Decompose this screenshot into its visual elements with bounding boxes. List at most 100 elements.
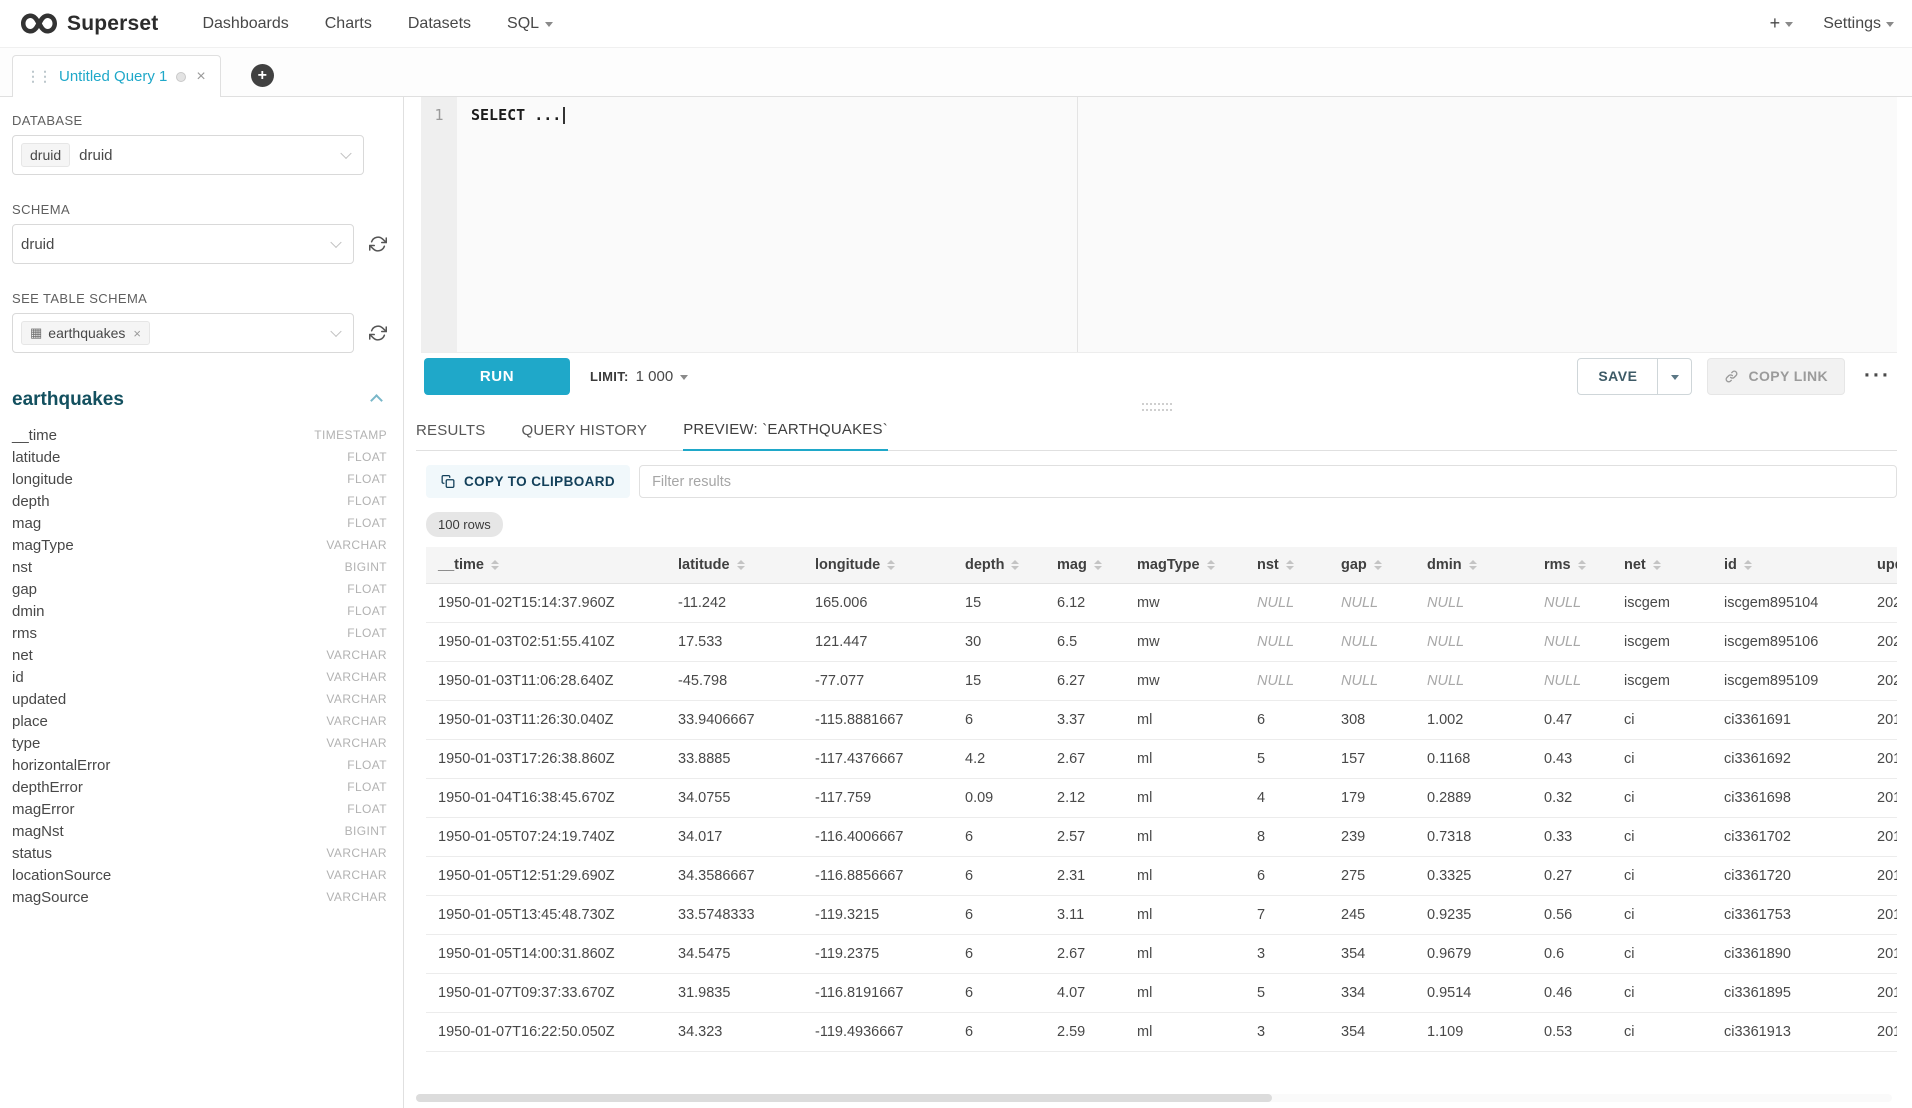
schema-column-row[interactable]: depthFLOAT	[12, 490, 389, 512]
table-row[interactable]: 1950-01-03T17:26:38.860Z33.8885-117.4376…	[426, 740, 1897, 779]
results-tab-preview-earthquakes[interactable]: PREVIEW: `EARTHQUAKES`	[683, 421, 888, 451]
schema-column-row[interactable]: magFLOAT	[12, 512, 389, 534]
refresh-tables-icon[interactable]	[366, 321, 390, 345]
schema-column-row[interactable]: latitudeFLOAT	[12, 446, 389, 468]
table-row[interactable]: 1950-01-07T09:37:33.670Z31.9835-116.8191…	[426, 974, 1897, 1013]
schema-column-row[interactable]: nstBIGINT	[12, 556, 389, 578]
schema-column-row[interactable]: netVARCHAR	[12, 644, 389, 666]
schema-column-row[interactable]: depthErrorFLOAT	[12, 776, 389, 798]
column-header-magtype[interactable]: magType	[1125, 547, 1245, 583]
drag-handle-icon[interactable]: ⋮⋮	[26, 68, 50, 85]
schema-column-row[interactable]: updatedVARCHAR	[12, 688, 389, 710]
schema-column-row[interactable]: magNstBIGINT	[12, 820, 389, 842]
schema-column-row[interactable]: horizontalErrorFLOAT	[12, 754, 389, 776]
sort-icon[interactable]	[1744, 560, 1752, 570]
superset-brand[interactable]: Superset	[20, 12, 158, 36]
copy-to-clipboard-button[interactable]: COPY TO CLIPBOARD	[426, 465, 630, 498]
database-select[interactable]: druid druid	[12, 135, 364, 175]
table-cell: 3	[1245, 1013, 1329, 1051]
sort-icon[interactable]	[737, 560, 745, 570]
sort-icon[interactable]	[1653, 560, 1661, 570]
schema-column-row[interactable]: locationSourceVARCHAR	[12, 864, 389, 886]
schema-column-row[interactable]: rmsFLOAT	[12, 622, 389, 644]
results-tab-query-history[interactable]: QUERY HISTORY	[521, 422, 647, 450]
more-actions-icon[interactable]: ···	[1860, 364, 1895, 388]
table-select[interactable]: ▦ earthquakes ×	[12, 313, 354, 353]
sort-icon[interactable]	[887, 560, 895, 570]
pane-resize-handle[interactable]	[416, 399, 1897, 415]
table-row[interactable]: 1950-01-04T16:38:45.670Z34.0755-117.7590…	[426, 779, 1897, 818]
table-cell: 0.6	[1532, 935, 1612, 973]
column-header-updated[interactable]: updated	[1865, 547, 1897, 583]
nav-item-dashboards[interactable]: Dashboards	[202, 15, 288, 33]
query-tab[interactable]: ⋮⋮ Untitled Query 1 ×	[12, 55, 221, 97]
sort-icon[interactable]	[1286, 560, 1294, 570]
nav-item-datasets[interactable]: Datasets	[408, 15, 471, 33]
column-header-latitude[interactable]: latitude	[666, 547, 803, 583]
schema-column-row[interactable]: magTypeVARCHAR	[12, 534, 389, 556]
schema-column-row[interactable]: magErrorFLOAT	[12, 798, 389, 820]
table-cell: 1.002	[1415, 701, 1532, 739]
table-row[interactable]: 1950-01-05T14:00:31.860Z34.5475-119.2375…	[426, 935, 1897, 974]
schema-label: SCHEMA	[12, 202, 389, 217]
collapse-table-icon[interactable]	[370, 394, 383, 407]
new-item-menu[interactable]: +	[1770, 13, 1794, 34]
close-tab-icon[interactable]: ×	[195, 69, 206, 85]
table-row[interactable]: 1950-01-03T11:06:28.640Z-45.798-77.07715…	[426, 662, 1897, 701]
schema-column-row[interactable]: typeVARCHAR	[12, 732, 389, 754]
schema-column-row[interactable]: gapFLOAT	[12, 578, 389, 600]
schema-column-row[interactable]: longitudeFLOAT	[12, 468, 389, 490]
copy-link-button[interactable]: COPY LINK	[1707, 358, 1845, 395]
sort-icon[interactable]	[1094, 560, 1102, 570]
table-row[interactable]: 1950-01-05T07:24:19.740Z34.017-116.40066…	[426, 818, 1897, 857]
schema-column-row[interactable]: idVARCHAR	[12, 666, 389, 688]
table-row[interactable]: 1950-01-02T15:14:37.960Z-11.242165.00615…	[426, 584, 1897, 623]
save-options-button[interactable]	[1658, 358, 1692, 395]
column-header-depth[interactable]: depth	[953, 547, 1045, 583]
settings-menu[interactable]: Settings	[1823, 15, 1894, 33]
schema-column-row[interactable]: magSourceVARCHAR	[12, 886, 389, 908]
nav-item-charts[interactable]: Charts	[325, 15, 372, 33]
nav-item-sql[interactable]: SQL	[507, 15, 553, 33]
schema-column-row[interactable]: statusVARCHAR	[12, 842, 389, 864]
table-row[interactable]: 1950-01-05T12:51:29.690Z34.3586667-116.8…	[426, 857, 1897, 896]
schema-select[interactable]: druid	[12, 224, 354, 264]
sort-desc-arrow	[1286, 566, 1294, 570]
schema-table-name[interactable]: earthquakes	[12, 389, 124, 411]
results-tab-results[interactable]: RESULTS	[416, 422, 485, 450]
sort-icon[interactable]	[1578, 560, 1586, 570]
filter-results-input[interactable]	[639, 465, 1897, 498]
limit-dropdown[interactable]: LIMIT: 1 000	[590, 368, 688, 385]
sort-icon[interactable]	[1207, 560, 1215, 570]
column-header-id[interactable]: id	[1712, 547, 1865, 583]
table-cell: 179	[1329, 779, 1415, 817]
sort-icon[interactable]	[1374, 560, 1382, 570]
column-header-mag[interactable]: mag	[1045, 547, 1125, 583]
column-header-nst[interactable]: nst	[1245, 547, 1329, 583]
table-row[interactable]: 1950-01-03T02:51:55.410Z17.533121.447306…	[426, 623, 1897, 662]
sql-editor[interactable]: 1 SELECT ...	[421, 97, 1897, 353]
column-header-dmin[interactable]: dmin	[1415, 547, 1532, 583]
sort-icon[interactable]	[491, 560, 499, 570]
editor-code-area[interactable]: SELECT ...	[457, 97, 1897, 352]
schema-column-row[interactable]: dminFLOAT	[12, 600, 389, 622]
column-header-net[interactable]: net	[1612, 547, 1712, 583]
column-header-gap[interactable]: gap	[1329, 547, 1415, 583]
column-header-time[interactable]: __time	[426, 547, 666, 583]
refresh-schemas-icon[interactable]	[366, 232, 390, 256]
schema-column-row[interactable]: __timeTIMESTAMP	[12, 424, 389, 446]
table-row[interactable]: 1950-01-07T16:22:50.050Z34.323-119.49366…	[426, 1013, 1897, 1052]
remove-table-icon[interactable]: ×	[133, 326, 141, 341]
schema-column-row[interactable]: placeVARCHAR	[12, 710, 389, 732]
table-row[interactable]: 1950-01-05T13:45:48.730Z33.5748333-119.3…	[426, 896, 1897, 935]
horizontal-scrollbar[interactable]	[416, 1094, 1892, 1102]
column-header-longitude[interactable]: longitude	[803, 547, 953, 583]
column-header-rms[interactable]: rms	[1532, 547, 1612, 583]
add-tab-button[interactable]: +	[251, 64, 274, 87]
sort-icon[interactable]	[1011, 560, 1019, 570]
save-button[interactable]: SAVE	[1577, 358, 1658, 395]
scrollbar-thumb[interactable]	[416, 1094, 1272, 1102]
table-row[interactable]: 1950-01-03T11:26:30.040Z33.9406667-115.8…	[426, 701, 1897, 740]
run-button[interactable]: RUN	[424, 358, 570, 395]
sort-icon[interactable]	[1469, 560, 1477, 570]
